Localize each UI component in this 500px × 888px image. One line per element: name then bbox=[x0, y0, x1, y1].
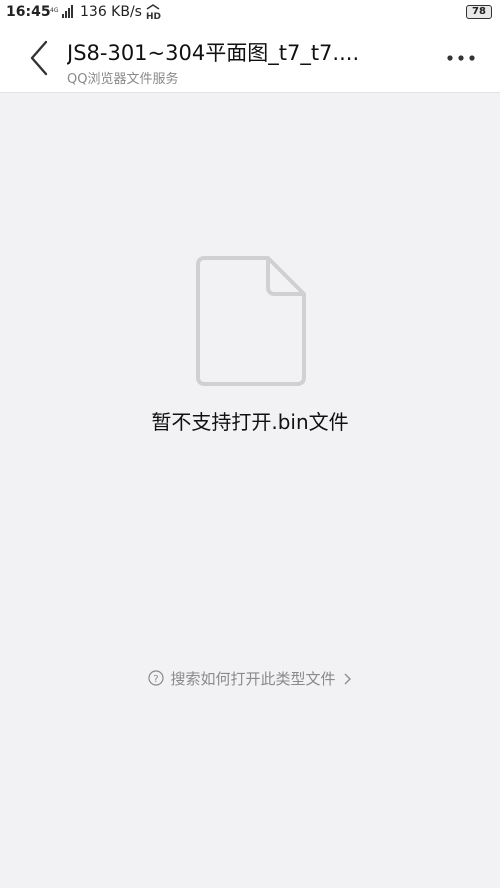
svg-text:?: ? bbox=[154, 674, 159, 685]
page-title: JS8-301~304平面图_t7_t7.... bbox=[67, 41, 360, 65]
search-how-to-open-link[interactable]: ? 搜索如何打开此类型文件 bbox=[0, 668, 500, 689]
battery-indicator: 78 bbox=[466, 5, 492, 19]
unsupported-file-message: 暂不支持打开.bin文件 bbox=[151, 410, 349, 434]
help-link-label: 搜索如何打开此类型文件 bbox=[170, 670, 336, 688]
hd-icon: HD bbox=[146, 4, 161, 21]
document-icon bbox=[196, 256, 306, 386]
svg-text:HD: HD bbox=[146, 12, 161, 21]
status-bar: 16:45 4G 136 KB/s HD 78 bbox=[0, 0, 500, 26]
header-bar: JS8-301~304平面图_t7_t7.... QQ浏览器文件服务 bbox=[0, 26, 500, 93]
status-time: 16:45 bbox=[6, 4, 51, 20]
svg-text:4G: 4G bbox=[50, 7, 59, 14]
signal-4g-icon: 4G bbox=[50, 5, 73, 18]
back-button[interactable] bbox=[22, 38, 58, 78]
question-circle-icon: ? bbox=[148, 670, 165, 686]
more-dots-icon bbox=[447, 55, 475, 61]
page-subtitle: QQ浏览器文件服务 bbox=[67, 72, 179, 87]
more-button[interactable] bbox=[444, 46, 478, 70]
chevron-right-icon bbox=[344, 673, 351, 685]
network-speed: 136 KB/s bbox=[80, 4, 142, 20]
back-arrow-icon bbox=[30, 40, 48, 76]
